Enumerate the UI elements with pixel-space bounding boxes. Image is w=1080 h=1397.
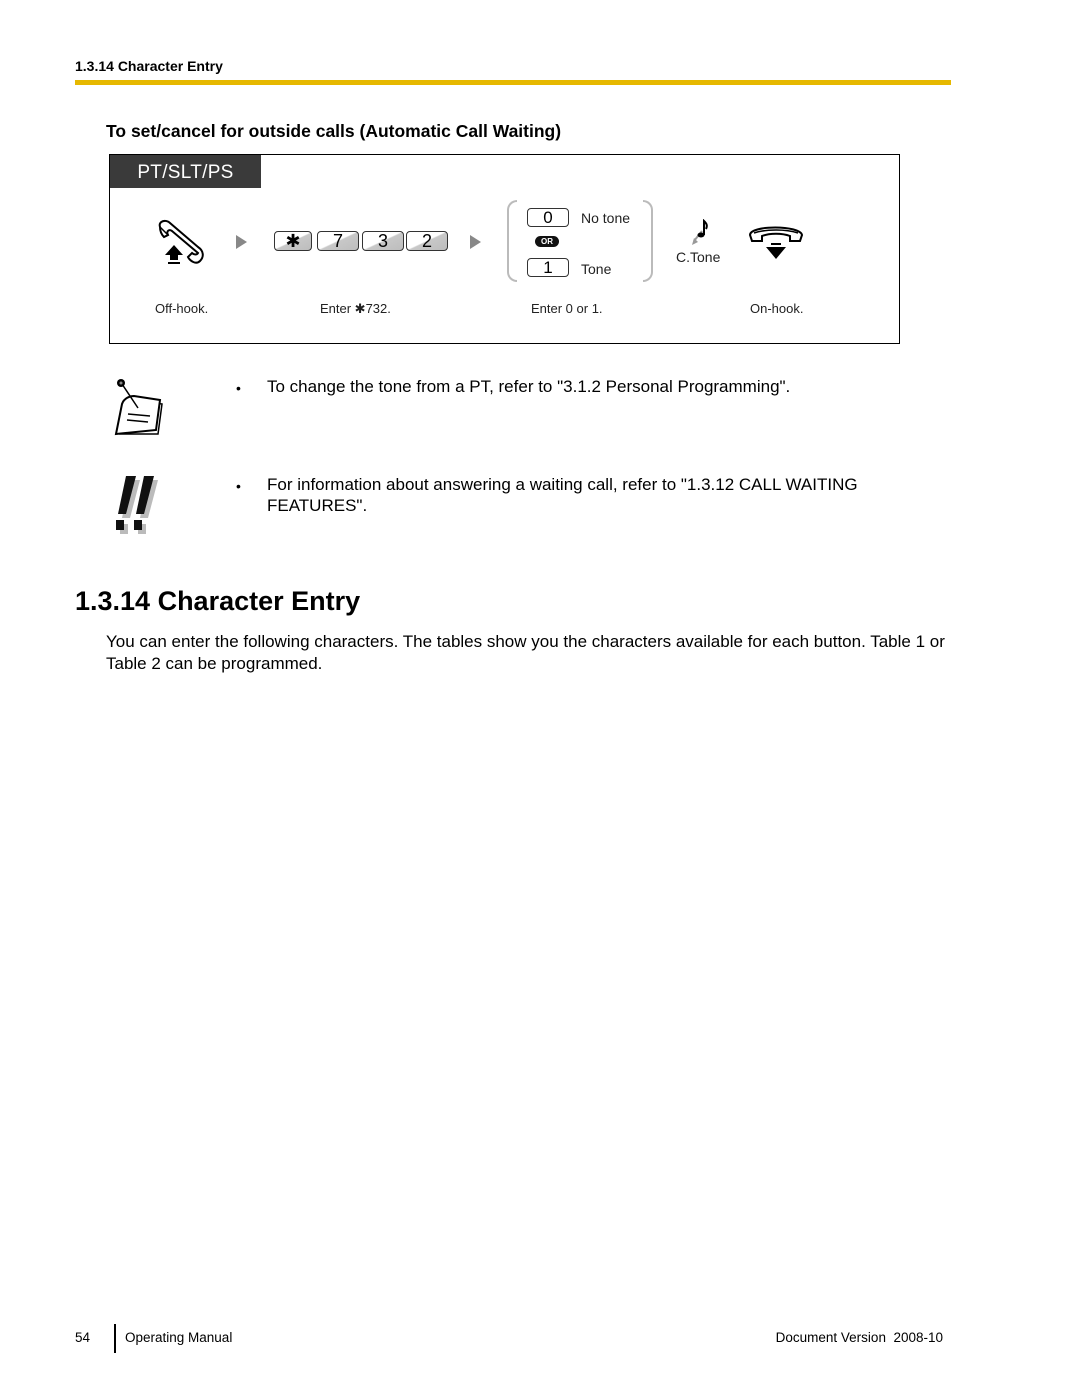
note-text-tone: To change the tone from a PT, refer to "… <box>267 377 791 396</box>
bullet: • <box>236 380 241 396</box>
note-text-call-waiting: For information about answering a waitin… <box>267 475 858 515</box>
or-badge: OR <box>535 236 559 247</box>
caption-off-hook: Off-hook. <box>155 301 209 316</box>
bullet: • <box>236 478 241 494</box>
procedure-diagram: PT/SLT/PS ✱ 7 3 2 0 No tone OR 1 Tone C.… <box>109 154 900 344</box>
footer-divider <box>114 1324 116 1353</box>
bracket-right <box>643 200 653 282</box>
feature-code-keys: ✱ 7 3 2 <box>274 231 448 253</box>
c-tone-label: C.Tone <box>676 249 721 265</box>
tone-choice: 0 No tone OR 1 Tone <box>507 200 653 282</box>
next-step-arrow <box>470 235 481 249</box>
key-2: 2 <box>406 231 448 251</box>
key-1: 1 <box>527 258 569 277</box>
section-heading: 1.3.14 Character Entry <box>75 586 361 616</box>
caption-on-hook: On-hook. <box>750 301 804 316</box>
device-tab: PT/SLT/PS <box>110 155 261 188</box>
tone-label: Tone <box>581 261 612 277</box>
note-item: • <box>236 377 241 399</box>
on-hook-icon <box>746 221 806 261</box>
important-exclamation-icon <box>112 474 160 540</box>
running-head: 1.3.14 Character Entry <box>75 58 223 74</box>
memo-note-icon <box>112 378 166 442</box>
page-number: 54 <box>75 1330 91 1345</box>
manual-name: Operating Manual <box>125 1330 233 1345</box>
note-item: • <box>236 475 241 497</box>
header-rule <box>75 80 951 85</box>
no-tone-label: No tone <box>581 210 631 226</box>
caption-enter-choice: Enter 0 or 1. <box>531 301 603 316</box>
off-hook-icon <box>154 217 210 265</box>
section-body: You can enter the following characters. … <box>106 632 945 673</box>
procedure-title: To set/cancel for outside calls (Automat… <box>106 121 562 141</box>
key-0: 0 <box>527 208 569 227</box>
key-3: 3 <box>362 231 404 251</box>
document-version: Document Version 2008-10 <box>775 1330 943 1345</box>
confirmation-tone-icon <box>690 218 714 247</box>
bracket-left <box>507 200 517 282</box>
caption-enter-code: Enter ✱732. <box>320 301 391 316</box>
next-step-arrow <box>236 235 247 249</box>
key-star: ✱ <box>274 231 312 251</box>
key-7: 7 <box>317 231 359 251</box>
